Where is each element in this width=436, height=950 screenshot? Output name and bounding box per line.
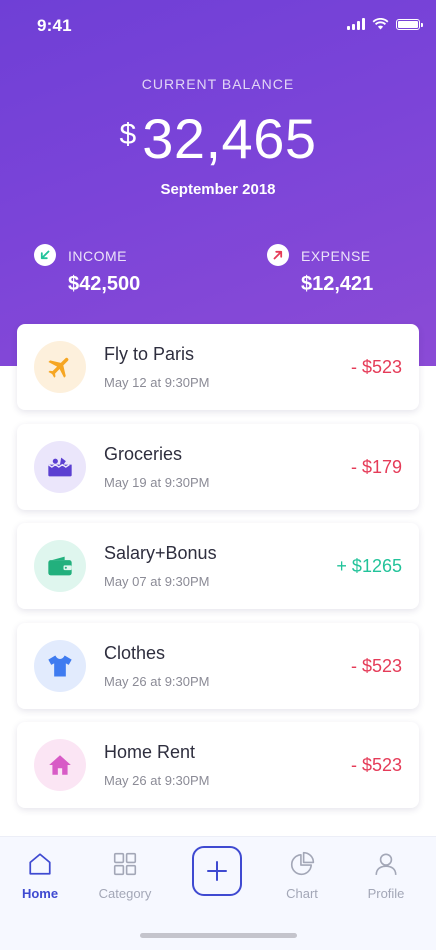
transaction-card[interactable]: Fly to Paris May 12 at 9:30PM - $523 xyxy=(17,324,419,410)
tab-chart[interactable]: Chart xyxy=(262,849,342,901)
tab-label: Chart xyxy=(286,886,318,901)
transaction-date: May 07 at 9:30PM xyxy=(104,574,210,589)
transaction-date: May 19 at 9:30PM xyxy=(104,475,210,490)
airplane-icon xyxy=(34,341,86,393)
balance-label: CURRENT BALANCE xyxy=(141,76,295,92)
transaction-amount: - $179 xyxy=(350,457,402,477)
tab-label: Category xyxy=(98,886,152,901)
status-bar: 9:41 xyxy=(0,0,436,50)
tab-label: Profile xyxy=(367,886,405,901)
plus-icon xyxy=(207,861,227,881)
balance-amount: $32,465 xyxy=(0,106,436,171)
category-grid-icon xyxy=(85,849,165,879)
transaction-card[interactable]: Clothes May 26 at 9:30PM - $523 xyxy=(17,623,419,709)
tshirt-icon xyxy=(34,640,86,692)
tab-category[interactable]: Category xyxy=(85,849,165,901)
transaction-card[interactable]: Groceries May 19 at 9:30PM - $179 xyxy=(17,424,419,510)
balance-header: 9:41 CURRENT BALANCE $32,465 September 2… xyxy=(0,0,436,366)
arrow-down-left-icon xyxy=(34,244,56,266)
wifi-icon xyxy=(372,18,389,30)
grocery-basket-icon xyxy=(34,441,86,493)
transaction-date: May 26 at 9:30PM xyxy=(104,674,210,689)
status-time: 9:41 xyxy=(37,16,72,35)
currency-symbol: $ xyxy=(119,118,137,151)
add-transaction-button[interactable] xyxy=(192,846,242,896)
transaction-title: Home Rent xyxy=(104,742,196,762)
transaction-title: Clothes xyxy=(104,643,166,663)
transaction-amount: - $523 xyxy=(350,357,402,377)
transaction-date: May 12 at 9:30PM xyxy=(104,375,210,390)
home-indicator xyxy=(140,933,297,938)
house-icon xyxy=(34,739,86,791)
transaction-date: May 26 at 9:30PM xyxy=(104,773,210,788)
cellular-signal-icon xyxy=(347,18,365,30)
tab-label: Home xyxy=(21,886,59,901)
tab-home[interactable]: Home xyxy=(0,849,80,901)
expense-value: $12,421 xyxy=(301,273,374,295)
income-value: $42,500 xyxy=(68,273,141,295)
user-icon xyxy=(346,849,426,879)
transaction-amount: - $523 xyxy=(350,755,402,775)
wallet-icon xyxy=(34,540,86,592)
tab-profile[interactable]: Profile xyxy=(346,849,426,901)
home-icon xyxy=(0,849,80,879)
expense-label: EXPENSE xyxy=(301,248,371,264)
transaction-title: Fly to Paris xyxy=(104,344,195,364)
balance-period[interactable]: September 2018 xyxy=(0,181,436,198)
balance-value: 32,465 xyxy=(142,107,317,170)
battery-icon xyxy=(396,18,423,30)
income-label: INCOME xyxy=(68,248,127,264)
arrow-up-right-icon xyxy=(267,244,289,266)
transaction-amount: + $1265 xyxy=(336,556,402,576)
pie-chart-icon xyxy=(262,849,342,879)
status-icons xyxy=(347,18,423,30)
transaction-title: Salary+Bonus xyxy=(104,543,217,563)
transaction-card[interactable]: Salary+Bonus May 07 at 9:30PM + $1265 xyxy=(17,523,419,609)
transaction-card[interactable]: Home Rent May 26 at 9:30PM - $523 xyxy=(17,722,419,808)
transaction-amount: - $523 xyxy=(350,656,402,676)
transaction-title: Groceries xyxy=(104,444,183,464)
